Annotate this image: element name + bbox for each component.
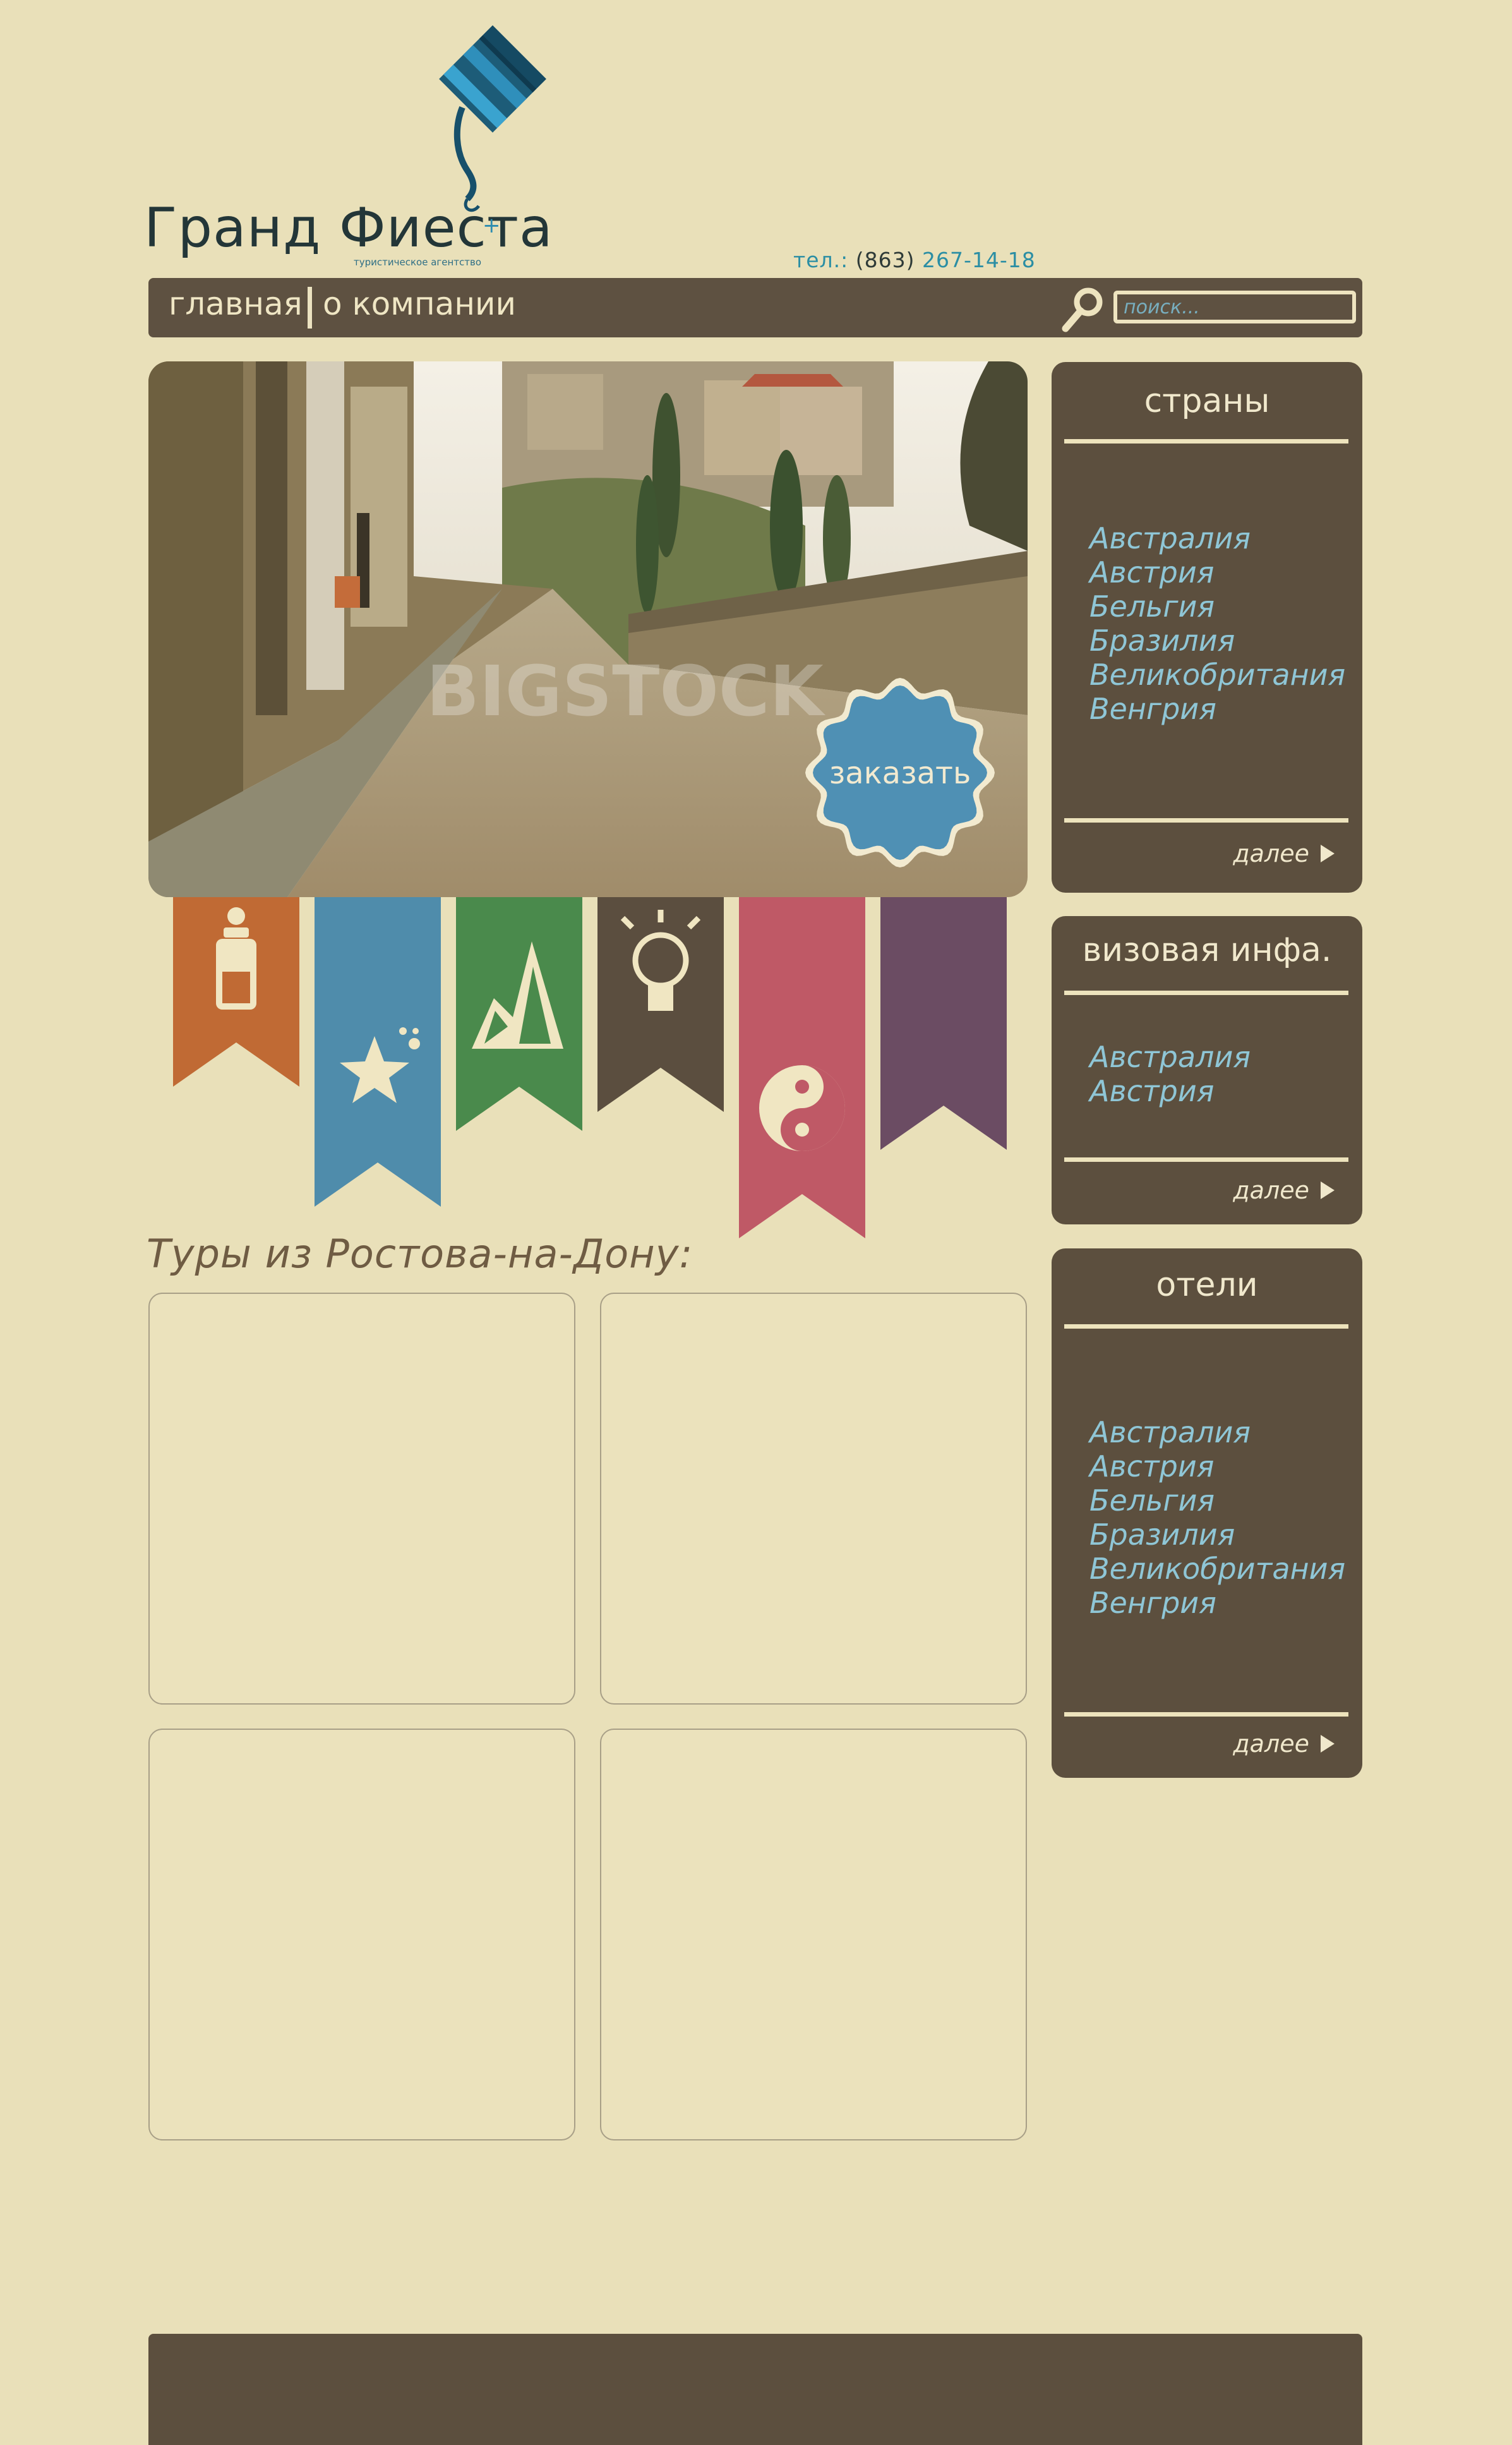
- country-link[interactable]: Бразилия: [1089, 624, 1345, 658]
- visa-list: Австралия Австрия: [1089, 1040, 1251, 1108]
- hotel-link[interactable]: Бельгия: [1089, 1483, 1345, 1518]
- order-button[interactable]: заказать: [805, 756, 995, 791]
- category-ribbon-relax[interactable]: [739, 897, 865, 1238]
- country-link[interactable]: Великобритания: [1089, 658, 1345, 692]
- tour-card[interactable]: [600, 1729, 1027, 2140]
- hero-watermark: BIGSTOCK: [426, 651, 826, 732]
- country-link[interactable]: Венгрия: [1089, 692, 1345, 726]
- phone-contact: тел.: (863) 267-14-18: [793, 248, 1036, 272]
- tour-card[interactable]: [148, 1729, 575, 2140]
- nav-item-home[interactable]: главная: [169, 286, 303, 322]
- country-link[interactable]: Бельгия: [1089, 589, 1345, 624]
- visa-link[interactable]: Австрия: [1089, 1074, 1251, 1108]
- play-arrow-icon: [1321, 845, 1335, 862]
- panel-divider: [1064, 1324, 1348, 1329]
- more-label: далее: [1233, 840, 1309, 867]
- category-ribbon-baby[interactable]: [173, 897, 299, 1087]
- search-icon[interactable]: [1058, 283, 1108, 334]
- brand-tagline: туристическое агентство: [354, 257, 482, 268]
- hotels-list: Австралия Австрия Бельгия Бразилия Велик…: [1089, 1415, 1345, 1620]
- tour-card[interactable]: [600, 1293, 1027, 1705]
- nav-separator: [308, 287, 312, 329]
- panel-divider: [1064, 1157, 1348, 1162]
- country-link[interactable]: Австрия: [1089, 555, 1345, 589]
- phone-label: тел.:: [793, 248, 849, 272]
- visa-panel: визовая инфа. Австралия Австрия далее: [1052, 916, 1362, 1224]
- hotel-link[interactable]: Бразилия: [1089, 1518, 1345, 1552]
- brand-plus: +: [483, 213, 501, 238]
- countries-more-link[interactable]: далее: [1233, 840, 1335, 867]
- hotels-panel: отели Австралия Австрия Бельгия Бразилия…: [1052, 1248, 1362, 1778]
- category-ribbon-sea[interactable]: [315, 897, 441, 1207]
- page-footer: [148, 2334, 1362, 2445]
- hotel-link[interactable]: Венгрия: [1089, 1586, 1345, 1620]
- panel-divider: [1064, 991, 1348, 995]
- category-ribbon-other[interactable]: [880, 897, 1007, 1150]
- countries-panel: страны Австралия Австрия Бельгия Бразили…: [1052, 362, 1362, 893]
- panel-divider: [1064, 439, 1348, 444]
- tour-card[interactable]: [148, 1293, 575, 1705]
- countries-title: страны: [1144, 382, 1270, 420]
- tours-heading: Туры из Ростова-на-Дону:: [147, 1231, 693, 1277]
- hotels-more-link[interactable]: далее: [1233, 1730, 1335, 1758]
- play-arrow-icon: [1321, 1181, 1335, 1199]
- more-label: далее: [1233, 1176, 1309, 1204]
- main-navbar: главная о компании: [148, 278, 1362, 337]
- hotels-title: отели: [1156, 1266, 1258, 1304]
- hotel-link[interactable]: Австрия: [1089, 1449, 1345, 1483]
- hotel-link[interactable]: Австралия: [1089, 1415, 1345, 1449]
- nav-item-about[interactable]: о компании: [323, 286, 516, 322]
- more-label: далее: [1233, 1730, 1309, 1758]
- panel-divider: [1064, 1712, 1348, 1717]
- play-arrow-icon: [1321, 1735, 1335, 1753]
- phone-code: (863): [855, 248, 915, 272]
- visa-more-link[interactable]: далее: [1233, 1176, 1335, 1204]
- phone-number[interactable]: 267-14-18: [922, 248, 1036, 272]
- country-link[interactable]: Австралия: [1089, 521, 1345, 555]
- visa-link[interactable]: Австралия: [1089, 1040, 1251, 1074]
- panel-divider: [1064, 818, 1348, 823]
- visa-title: визовая инфа.: [1082, 931, 1332, 969]
- hotel-link[interactable]: Великобритания: [1089, 1552, 1345, 1586]
- yin-yang-icon: [759, 1065, 845, 1151]
- category-ribbon-ideas[interactable]: [597, 897, 724, 1112]
- countries-list: Австралия Австрия Бельгия Бразилия Велик…: [1089, 521, 1345, 726]
- category-ribbon-mountains[interactable]: [456, 897, 582, 1131]
- search-input[interactable]: [1113, 291, 1356, 323]
